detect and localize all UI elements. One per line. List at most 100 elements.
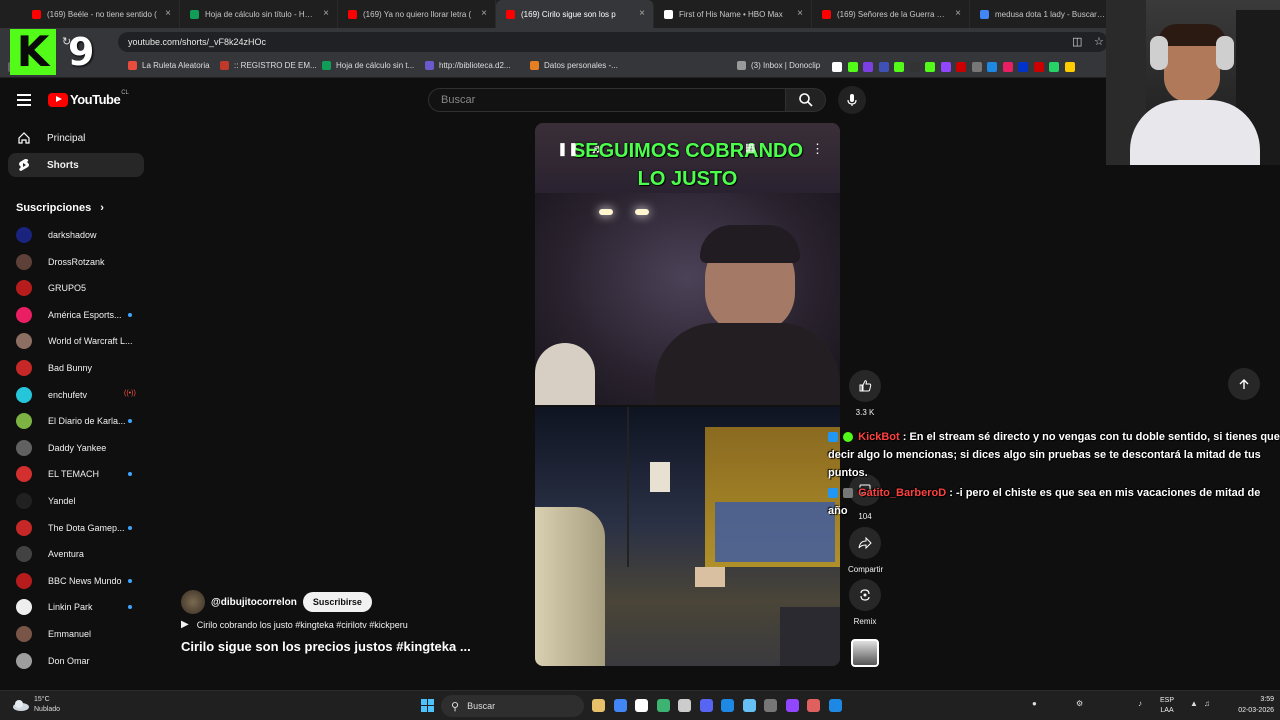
close-icon[interactable]: ×: [797, 8, 803, 19]
taskbar-app-icon[interactable]: [807, 699, 820, 712]
taskbar-app-icon[interactable]: [699, 699, 713, 712]
taskbar-app-icon[interactable]: [613, 699, 627, 712]
nav-item-home[interactable]: Principal: [8, 126, 144, 150]
subscribe-button[interactable]: Suscribirse: [302, 592, 372, 612]
system-clock[interactable]: 3:59 02-03-2026: [1218, 694, 1274, 716]
bookmark-shortcut-icon[interactable]: [878, 62, 889, 72]
close-icon[interactable]: ×: [165, 8, 171, 19]
bookmark-item[interactable]: http://biblioteca.d2...: [425, 61, 511, 70]
previous-video-button[interactable]: [1228, 368, 1260, 400]
search-input[interactable]: Buscar: [428, 88, 786, 112]
taskbar-app-icon[interactable]: [721, 699, 734, 712]
cast-icon[interactable]: ◫: [1072, 35, 1082, 48]
taskbar-app-icon[interactable]: [656, 699, 670, 712]
share-action[interactable]: Compartir: [848, 527, 883, 574]
bookmark-shortcut-icon[interactable]: [1002, 62, 1013, 72]
voice-search-button[interactable]: [838, 86, 866, 114]
bookmark-shortcut-icon[interactable]: [1018, 62, 1028, 72]
browser-tab[interactable]: (169) Beéle - no tiene sentido (×: [22, 0, 180, 28]
volume-icon[interactable]: ♬: [591, 141, 604, 156]
bookmark-star-icon[interactable]: ☆: [1094, 35, 1104, 48]
browser-tab[interactable]: First of His Name • HBO Max ×: [654, 0, 812, 28]
subscription-item[interactable]: Emmanuel: [16, 624, 146, 644]
close-icon[interactable]: ×: [955, 8, 961, 19]
subscription-item[interactable]: World of Warcraft L...: [16, 331, 146, 351]
browser-tab[interactable]: (169) Señores de la Guerra — F ×: [812, 0, 970, 28]
bookmark-shortcut-icon[interactable]: [832, 62, 842, 72]
bookmark-item[interactable]: :: REGISTRO DE EM...: [220, 61, 317, 70]
subscription-item[interactable]: darkshadow: [16, 225, 146, 245]
language-indicator[interactable]: ESP LAA: [1160, 696, 1174, 716]
subscription-item[interactable]: Yandel: [16, 491, 146, 511]
short-video-player[interactable]: SEGUIMOS COBRANDO LO JUSTO ❚❚ ♬ ▦ ⋮: [535, 123, 840, 666]
bookmark-shortcut-icon[interactable]: [987, 62, 997, 72]
browser-tab[interactable]: Hoja de cálculo sin título - Hoja ×: [180, 0, 338, 28]
bookmark-shortcut-icon[interactable]: [863, 62, 873, 72]
subscription-item[interactable]: Linkin Park: [16, 597, 146, 617]
bookmark-shortcut-icon[interactable]: [847, 62, 858, 72]
subscription-item[interactable]: BBC News Mundo: [16, 571, 146, 591]
taskbar-app-icon[interactable]: [764, 699, 777, 712]
channel-avatar[interactable]: [181, 590, 205, 614]
channel-name[interactable]: @dibujitocorrelon: [211, 597, 297, 608]
browser-tab[interactable]: (169) Cirilo sigue son los p ×: [496, 0, 654, 28]
like-action[interactable]: 3.3 K: [848, 370, 882, 417]
bookmark-shortcut-icon[interactable]: [894, 62, 904, 72]
subscription-item[interactable]: Aventura: [16, 544, 146, 564]
audio-source-thumbnail[interactable]: [848, 639, 882, 667]
menu-icon[interactable]: [17, 94, 31, 109]
subscription-item[interactable]: DrossRotzank: [16, 252, 146, 272]
browser-tab[interactable]: (169) Ya no quiero llorar letra (×: [338, 0, 496, 28]
pause-icon[interactable]: ❚❚: [557, 141, 579, 157]
subscription-item[interactable]: EL TEMACH: [16, 464, 146, 484]
start-icon[interactable]: [421, 699, 434, 712]
subscription-item[interactable]: Don Omar: [16, 651, 146, 671]
weather-widget[interactable]: 15°C Nublado: [12, 695, 60, 715]
captions-icon[interactable]: ▦: [745, 141, 755, 154]
subscription-item[interactable]: Daddy Yankee: [16, 438, 146, 458]
taskbar-app-icon[interactable]: [742, 699, 756, 712]
bookmark-item[interactable]: (3) Inbox | Donoclip: [737, 61, 820, 70]
subscription-item[interactable]: enchufetv ((•)): [16, 385, 146, 405]
subscription-item[interactable]: Bad Bunny: [16, 358, 146, 378]
bookmark-item[interactable]: La Ruleta Aleatoria: [128, 61, 210, 70]
youtube-logo[interactable]: YouTube CL: [48, 90, 129, 107]
bookmark-item[interactable]: Hoja de cálculo sin t...: [322, 61, 414, 70]
close-icon[interactable]: ×: [639, 8, 645, 19]
bookmark-shortcut-icon[interactable]: [971, 62, 982, 72]
taskbar-app-icon[interactable]: [828, 699, 842, 712]
bookmark-shortcut-icon[interactable]: [956, 62, 966, 72]
taskbar-app-icon[interactable]: [785, 699, 799, 712]
bookmark-shortcut-icon[interactable]: [909, 62, 920, 72]
bookmark-shortcut-icon[interactable]: [1064, 62, 1075, 72]
close-icon[interactable]: ×: [323, 8, 329, 19]
subscription-item[interactable]: El Diario de Karla...: [16, 411, 146, 431]
search-button[interactable]: [786, 88, 826, 112]
taskbar-app-icon[interactable]: [635, 699, 648, 712]
tray-icon[interactable]: ⚙: [1076, 699, 1083, 708]
taskbar-app-icon[interactable]: [678, 699, 691, 712]
nav-item-shorts[interactable]: Shorts: [8, 153, 144, 177]
video-title[interactable]: Cirilo sigue son los precios justos #kin…: [181, 639, 471, 654]
bookmark-shortcut-icon[interactable]: [1033, 62, 1044, 72]
bookmark-item[interactable]: Datos personales -...: [530, 61, 618, 70]
url-field[interactable]: youtube.com/shorts/_vF8k24zHOc: [118, 32, 1108, 52]
subscription-item[interactable]: The Dota Gamep...: [16, 518, 146, 538]
tray-icon[interactable]: ●: [1032, 699, 1037, 708]
sound-link[interactable]: ▶ Cirilo cobrando los justo #kingteka #c…: [181, 619, 408, 630]
microphone-tray-icon[interactable]: ♪: [1138, 699, 1142, 708]
volume-tray-icon[interactable]: ♫: [1204, 699, 1210, 708]
subscriptions-header[interactable]: Suscripciones ›: [16, 202, 104, 214]
bookmark-shortcut-icon[interactable]: [940, 62, 951, 72]
subscription-item[interactable]: GRUPO5: [16, 278, 146, 298]
remix-action[interactable]: Remix: [848, 579, 882, 626]
close-icon[interactable]: ×: [481, 8, 487, 19]
taskbar-app-icon[interactable]: [592, 699, 605, 712]
taskbar-search[interactable]: ⚲ Buscar: [441, 695, 584, 717]
bookmark-shortcut-icon[interactable]: [1049, 62, 1059, 72]
more-options-icon[interactable]: ⋮: [811, 141, 824, 157]
subscription-item[interactable]: América Esports...: [16, 305, 146, 325]
browser-tab[interactable]: medusa dota 1 lady - Buscar co×: [970, 0, 1128, 28]
network-icon[interactable]: ▲: [1190, 699, 1198, 708]
bookmark-shortcut-icon[interactable]: [925, 62, 935, 72]
